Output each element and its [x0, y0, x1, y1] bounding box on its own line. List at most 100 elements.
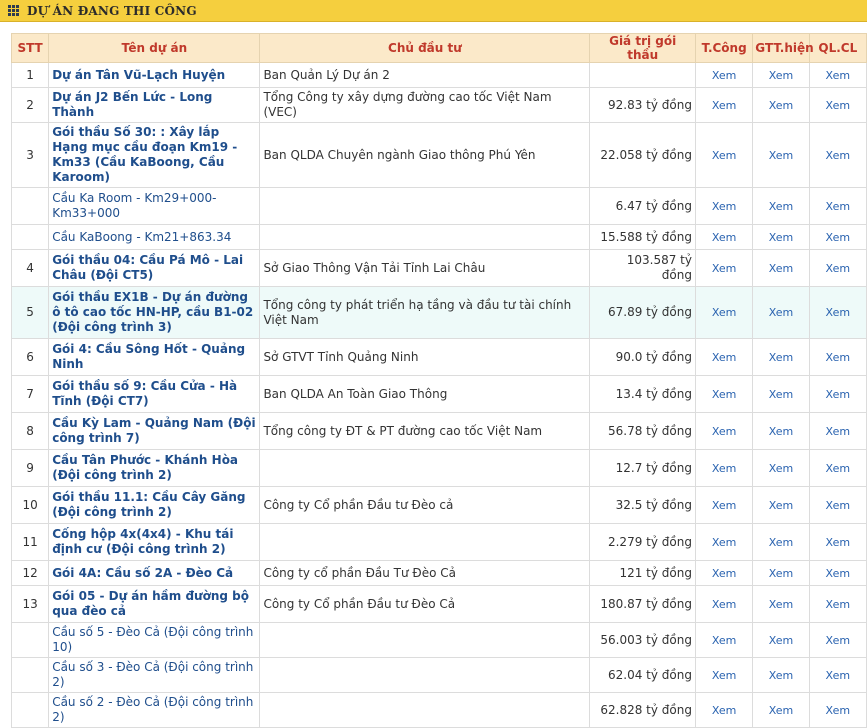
view-quality-link[interactable]: Xem: [808, 62, 867, 88]
view-construction-link[interactable]: Xem: [694, 338, 754, 376]
view-quality-link[interactable]: Xem: [808, 692, 867, 728]
value-cell: 56.78 tỷ đồng: [589, 412, 696, 450]
view-construction-link[interactable]: Xem: [694, 523, 754, 561]
project-name-link[interactable]: Gói thầu 04: Cầu Pá Mô - Lai Châu (Đội C…: [48, 249, 261, 287]
view-construction-link[interactable]: Xem: [694, 187, 754, 225]
view-construction-link[interactable]: Xem: [694, 286, 754, 339]
project-name-link[interactable]: Gói 4: Cầu Sông Hốt - Quảng Ninh: [48, 338, 261, 376]
view-current-value-link[interactable]: Xem: [752, 375, 810, 413]
col-header-construction: T.Công: [694, 33, 754, 63]
view-quality-link[interactable]: Xem: [808, 187, 867, 225]
project-name-link[interactable]: Cầu Tân Phước - Khánh Hòa (Đội công trìn…: [48, 449, 261, 487]
table-row: 4 Gói thầu 04: Cầu Pá Mô - Lai Châu (Đội…: [10, 249, 867, 287]
col-header-value: Giá trị gói thầu: [589, 33, 696, 63]
view-current-value-link[interactable]: Xem: [752, 657, 810, 693]
project-name-link[interactable]: Dự án J2 Bến Lức - Long Thành: [48, 87, 261, 123]
view-construction-link[interactable]: Xem: [694, 486, 754, 524]
row-stt: 8: [10, 412, 50, 450]
table-header-row: STT Tên dự án Chủ đầu tư Giá trị gói thầ…: [10, 33, 867, 63]
view-construction-link[interactable]: Xem: [694, 449, 754, 487]
view-quality-link[interactable]: Xem: [808, 87, 867, 123]
view-current-value-link[interactable]: Xem: [752, 523, 810, 561]
view-quality-link[interactable]: Xem: [808, 122, 867, 188]
view-current-value-link[interactable]: Xem: [752, 249, 810, 287]
view-construction-link[interactable]: Xem: [694, 585, 754, 623]
view-construction-link[interactable]: Xem: [694, 692, 754, 728]
sub-project-name-link[interactable]: Cầu số 3 - Đèo Cả (Đội công trình 2): [48, 657, 261, 693]
view-construction-link[interactable]: Xem: [694, 622, 754, 658]
value-cell: 6.47 tỷ đồng: [589, 187, 696, 225]
view-quality-link[interactable]: Xem: [808, 657, 867, 693]
view-quality-link[interactable]: Xem: [808, 412, 867, 450]
view-current-value-link[interactable]: Xem: [752, 187, 810, 225]
view-current-value-link[interactable]: Xem: [752, 412, 810, 450]
panel-title: DỰ ÁN ĐANG THI CÔNG: [27, 3, 197, 18]
view-current-value-link[interactable]: Xem: [752, 560, 810, 586]
project-name-link[interactable]: Gói thầu Số 30: : Xây lắp Hạng mục cầu đ…: [48, 122, 261, 188]
view-current-value-link[interactable]: Xem: [752, 486, 810, 524]
sub-project-name-link[interactable]: Cầu số 2 - Đèo Cả (Đội công trình 2): [48, 692, 261, 728]
view-quality-link[interactable]: Xem: [808, 449, 867, 487]
table-row: 2 Dự án J2 Bến Lức - Long Thành Tổng Côn…: [10, 87, 867, 123]
view-quality-link[interactable]: Xem: [808, 585, 867, 623]
row-stt: 12: [10, 560, 50, 586]
value-cell: 90.0 tỷ đồng: [589, 338, 696, 376]
view-current-value-link[interactable]: Xem: [752, 622, 810, 658]
view-construction-link[interactable]: Xem: [694, 375, 754, 413]
project-name-link[interactable]: Gói 4A: Cầu số 2A - Đèo Cả: [48, 560, 261, 586]
view-current-value-link[interactable]: Xem: [752, 122, 810, 188]
view-quality-link[interactable]: Xem: [808, 375, 867, 413]
sub-project-name-link[interactable]: Cầu KaBoong - Km21+863.34: [48, 224, 261, 250]
table-row: Cầu số 3 - Đèo Cả (Đội công trình 2) 62.…: [10, 657, 867, 693]
project-name-link[interactable]: Gói thầu số 9: Cầu Cửa - Hà Tĩnh (Đội CT…: [48, 375, 261, 413]
view-current-value-link[interactable]: Xem: [752, 585, 810, 623]
project-name-link[interactable]: Gói 05 - Dự án hầm đường bộ qua đèo cả: [48, 585, 261, 623]
project-name-link[interactable]: Gói thầu 11.1: Cầu Cây Găng (Đội công tr…: [48, 486, 261, 524]
view-construction-link[interactable]: Xem: [694, 224, 754, 250]
view-current-value-link[interactable]: Xem: [752, 224, 810, 250]
row-stt: 3: [10, 122, 50, 188]
table-row: 13 Gói 05 - Dự án hầm đường bộ qua đèo c…: [10, 585, 867, 623]
view-quality-link[interactable]: Xem: [808, 622, 867, 658]
view-construction-link[interactable]: Xem: [694, 249, 754, 287]
view-construction-link[interactable]: Xem: [694, 560, 754, 586]
row-stt: 5: [10, 286, 50, 339]
row-stt: 13: [10, 585, 50, 623]
sub-project-name-link[interactable]: Cầu số 5 - Đèo Cả (Đội công trình 10): [48, 622, 261, 658]
row-stt: [10, 224, 50, 250]
view-quality-link[interactable]: Xem: [808, 224, 867, 250]
view-quality-link[interactable]: Xem: [808, 560, 867, 586]
view-current-value-link[interactable]: Xem: [752, 449, 810, 487]
project-name-link[interactable]: Gói thầu EX1B - Dự án đường ô tô cao tốc…: [48, 286, 261, 339]
project-name-link[interactable]: Cầu Kỳ Lam - Quảng Nam (Đội công trình 7…: [48, 412, 261, 450]
view-current-value-link[interactable]: Xem: [752, 338, 810, 376]
owner-cell: Công ty cổ phần Đầu Tư Đèo Cả: [259, 560, 591, 586]
view-construction-link[interactable]: Xem: [694, 87, 754, 123]
project-name-link[interactable]: Dự án Tân Vũ-Lạch Huyện: [48, 62, 261, 88]
view-quality-link[interactable]: Xem: [808, 249, 867, 287]
view-construction-link[interactable]: Xem: [694, 122, 754, 188]
table-row: Cầu Ka Room - Km29+000-Km33+000 6.47 tỷ …: [10, 187, 867, 225]
view-construction-link[interactable]: Xem: [694, 62, 754, 88]
owner-cell: [259, 187, 591, 225]
view-quality-link[interactable]: Xem: [808, 338, 867, 376]
owner-cell: Công ty Cổ phần Đầu tư Đèo cả: [259, 486, 591, 524]
view-quality-link[interactable]: Xem: [808, 523, 867, 561]
table-row: Cầu số 2 - Đèo Cả (Đội công trình 2) 62.…: [10, 692, 867, 728]
view-construction-link[interactable]: Xem: [694, 657, 754, 693]
table-row-highlighted: 5 Gói thầu EX1B - Dự án đường ô tô cao t…: [10, 286, 867, 339]
table-row: 8 Cầu Kỳ Lam - Quảng Nam (Đội công trình…: [10, 412, 867, 450]
view-construction-link[interactable]: Xem: [694, 412, 754, 450]
view-current-value-link[interactable]: Xem: [752, 62, 810, 88]
project-name-link[interactable]: Cống hộp 4x(4x4) - Khu tái định cư (Đội …: [48, 523, 261, 561]
view-current-value-link[interactable]: Xem: [752, 286, 810, 339]
sub-project-name-link[interactable]: Cầu Ka Room - Km29+000-Km33+000: [48, 187, 261, 225]
col-header-stt: STT: [10, 33, 50, 63]
view-current-value-link[interactable]: Xem: [752, 692, 810, 728]
view-quality-link[interactable]: Xem: [808, 286, 867, 339]
row-stt: 7: [10, 375, 50, 413]
view-quality-link[interactable]: Xem: [808, 486, 867, 524]
view-current-value-link[interactable]: Xem: [752, 87, 810, 123]
col-header-project-name: Tên dự án: [48, 33, 261, 63]
table-row: 9 Cầu Tân Phước - Khánh Hòa (Đội công tr…: [10, 449, 867, 487]
